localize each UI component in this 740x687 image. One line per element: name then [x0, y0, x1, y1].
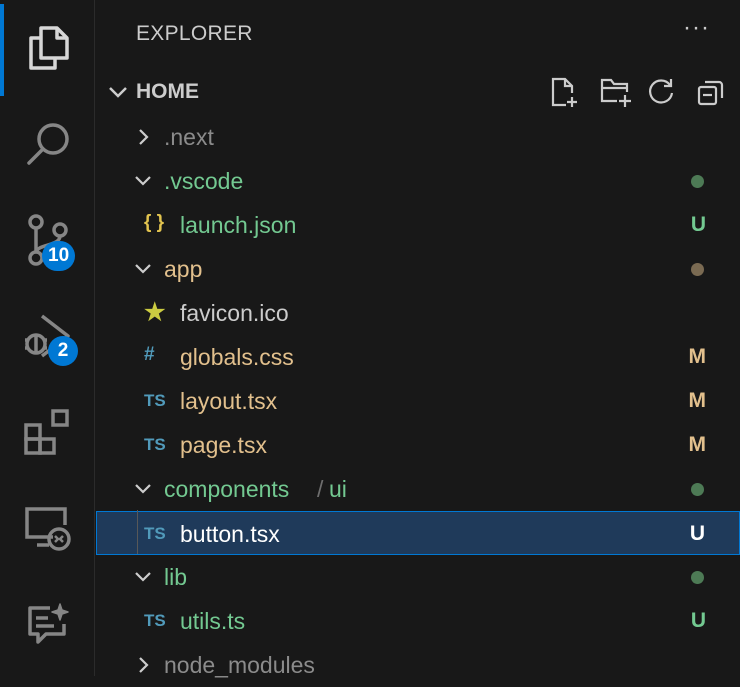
chat-activity-button[interactable]: [0, 580, 95, 668]
explorer-title: EXPLORER: [136, 22, 253, 45]
git-change-dot: [691, 263, 704, 276]
git-status-badge: M: [688, 389, 707, 412]
remote-explorer-activity-button[interactable]: [0, 484, 95, 572]
git-change-dot: [691, 571, 704, 584]
activity-bar: 10 2: [0, 0, 95, 676]
tree-folder-row[interactable]: lib: [96, 555, 740, 599]
typescript-file-icon: TS: [144, 611, 166, 630]
tree-item-label: ui: [329, 476, 347, 502]
typescript-file-icon: TS: [144, 435, 166, 454]
git-status-badge: U: [690, 609, 706, 632]
explorer-activity-button[interactable]: [0, 4, 95, 92]
chevron-down-icon[interactable]: [134, 260, 152, 278]
tree-item-label: node_modules: [164, 652, 315, 678]
chat-sparkle-icon: [27, 603, 69, 644]
tree-item-label: layout.tsx: [180, 388, 278, 414]
debug-badge: 2: [48, 336, 78, 366]
git-status-badge: U: [689, 522, 705, 545]
tree-folder-row[interactable]: .next: [96, 115, 740, 159]
tree-file-row[interactable]: TS layout.tsx M: [96, 379, 740, 423]
chevron-down-icon[interactable]: [134, 480, 152, 498]
tree-item-label: .next: [164, 124, 214, 150]
workspace-section-header[interactable]: HOME: [96, 70, 740, 114]
remote-explorer-icon: [24, 507, 71, 551]
chevron-right-icon[interactable]: [134, 656, 152, 674]
explorer-sidebar: EXPLORER ··· HOME .next .vscode {} laun…: [96, 0, 740, 678]
git-status-badge: U: [690, 213, 706, 236]
tree-file-row[interactable]: ★ favicon.ico: [96, 291, 740, 335]
workspace-title: HOME: [136, 80, 199, 103]
compact-folder-separator: /: [317, 476, 324, 502]
tree-folder-row[interactable]: app: [96, 247, 740, 291]
chevron-down-icon[interactable]: [134, 568, 152, 586]
git-change-dot: [691, 483, 704, 496]
refresh-icon: [649, 79, 674, 104]
tree-folder-row[interactable]: .vscode: [96, 159, 740, 203]
chevron-down-icon: [109, 87, 127, 98]
chevron-down-icon[interactable]: [134, 172, 152, 190]
tree-file-row[interactable]: { } launch.json U: [96, 203, 740, 247]
git-status-badge: M: [688, 433, 707, 456]
tree-item-label: components: [164, 476, 290, 502]
git-status-badge: M: [688, 345, 707, 368]
tree-folder-row[interactable]: node_modules: [96, 643, 740, 687]
new-file-icon: [551, 77, 577, 107]
git-change-dot: [691, 175, 704, 188]
new-folder-icon: [600, 78, 631, 107]
tree-item-label: utils.ts: [180, 608, 246, 634]
tree-item-label: app: [164, 256, 203, 282]
tree-item-label: globals.css: [180, 344, 294, 370]
css-file-icon: #: [144, 344, 155, 365]
files-icon: [28, 26, 69, 70]
json-file-icon: { }: [144, 212, 165, 233]
tree-item-label: button.tsx: [180, 521, 280, 547]
new-folder-button[interactable]: [599, 76, 633, 108]
tree-file-row[interactable]: TS utils.ts U: [96, 599, 740, 643]
tree-item-label: launch.json: [180, 212, 297, 238]
search-icon: [26, 123, 69, 165]
more-actions-button[interactable]: ···: [683, 14, 710, 42]
tree-item-label: favicon.ico: [180, 300, 289, 326]
tree-item-label: page.tsx: [180, 432, 267, 458]
new-file-button[interactable]: [550, 76, 580, 108]
source-control-activity-button[interactable]: 10: [0, 196, 95, 284]
refresh-button[interactable]: [646, 76, 676, 108]
typescript-file-icon: TS: [144, 524, 166, 543]
extensions-icon: [23, 409, 69, 455]
tree-folder-row[interactable]: components / ui: [96, 467, 740, 511]
tree-file-row[interactable]: TS button.tsx U: [96, 511, 740, 555]
tree-item-label: lib: [164, 564, 188, 590]
tree-file-row[interactable]: # globals.css M: [96, 335, 740, 379]
chevron-right-icon[interactable]: [134, 128, 152, 146]
extensions-activity-button[interactable]: [0, 388, 95, 476]
favicon-file-icon: ★: [144, 299, 166, 326]
run-debug-activity-button[interactable]: 2: [0, 292, 95, 380]
collapse-all-button[interactable]: [696, 76, 726, 108]
search-activity-button[interactable]: [0, 100, 95, 188]
tree-item-label: .vscode: [164, 168, 244, 194]
tree-file-row[interactable]: TS page.tsx M: [96, 423, 740, 467]
typescript-file-icon: TS: [144, 391, 166, 410]
indent-guide: [137, 510, 138, 554]
collapse-all-icon: [697, 80, 724, 106]
scm-badge: 10: [42, 241, 76, 271]
